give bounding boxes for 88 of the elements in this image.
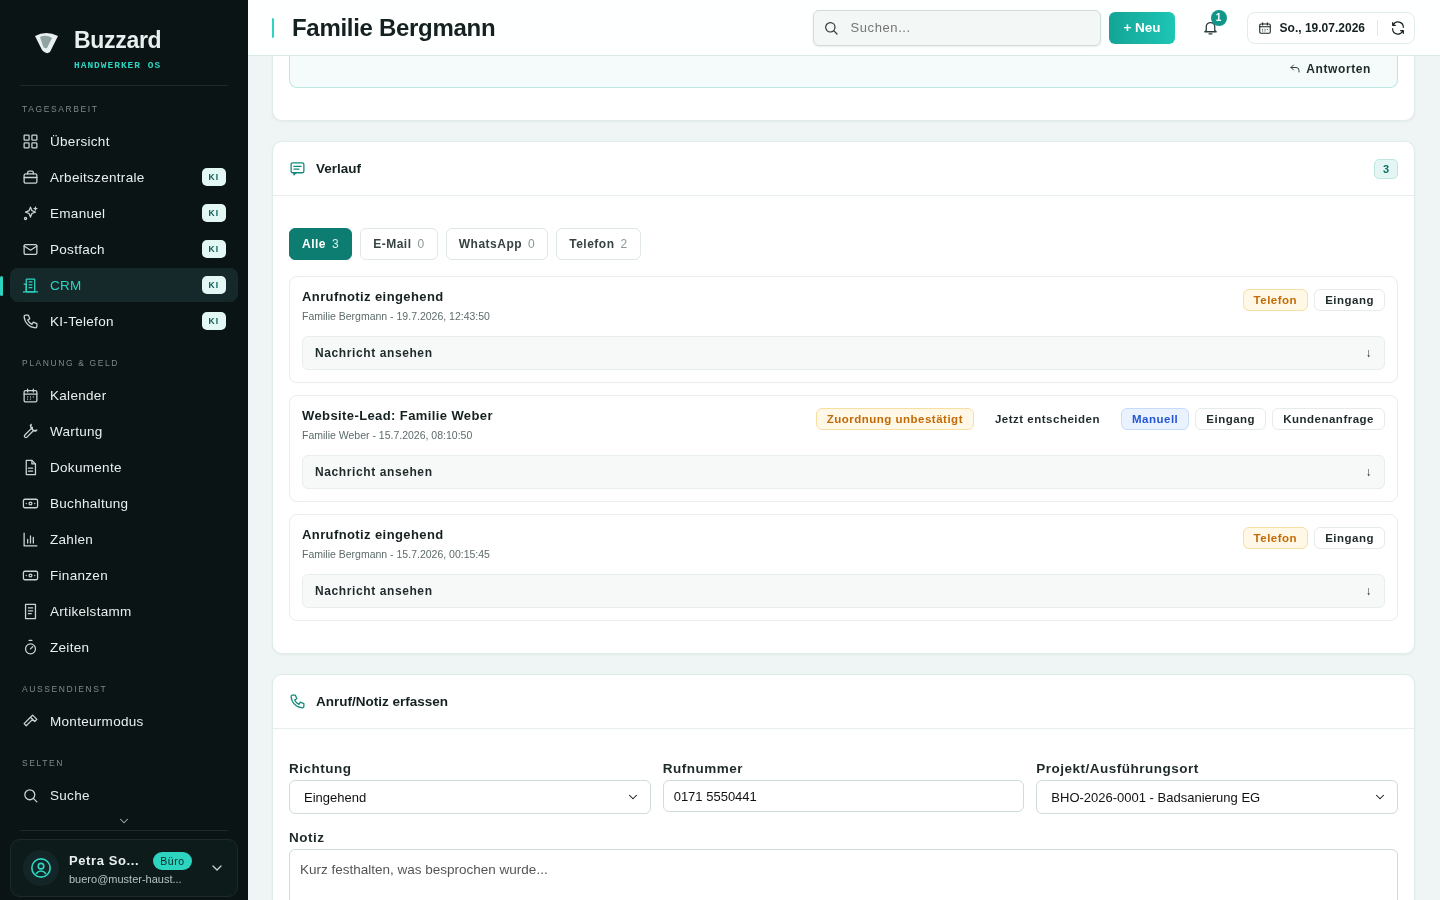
note-textarea[interactable]: Kurz festhalten, was besprochen wurde... bbox=[289, 849, 1398, 900]
section-label: PLANUNG & GELD bbox=[21, 357, 121, 370]
nav-item[interactable]: KI-Telefon KI bbox=[10, 304, 238, 338]
refresh-icon bbox=[1390, 19, 1406, 36]
select-field[interactable]: BHO-2026-0001 - Badsanierung EG bbox=[1036, 780, 1398, 814]
nav-item[interactable]: Dokumente bbox=[10, 450, 238, 484]
calendar-icon bbox=[22, 386, 39, 404]
field-label: Richtung bbox=[289, 761, 353, 776]
nav-item[interactable]: Buchhaltung bbox=[10, 486, 238, 520]
field-label: Rufnummer bbox=[662, 761, 744, 776]
card-title: Anruf/Notiz erfassen bbox=[316, 694, 449, 709]
view-message-button[interactable]: Nachricht ansehen ↓ bbox=[302, 574, 1385, 608]
field-label: Projekt/Ausführungsort bbox=[1036, 761, 1200, 776]
page-title: Familie Bergmann bbox=[292, 13, 497, 42]
entry-meta: Familie Bergmann - 19.7.2026, 12:43:50 bbox=[302, 310, 490, 322]
tag: Kundenanfrage bbox=[1272, 408, 1385, 430]
entry-title: Anrufnotiz eingehend bbox=[302, 527, 445, 542]
brand-name: Buzzard bbox=[74, 28, 162, 52]
nav-item[interactable]: Postfach KI bbox=[10, 232, 238, 266]
bar-chart-icon bbox=[22, 530, 39, 548]
nav-item[interactable]: Artikelstamm bbox=[10, 594, 238, 628]
ai-badge: KI bbox=[201, 240, 226, 258]
tag: Eingang bbox=[1314, 289, 1385, 311]
date-picker[interactable]: So., 19.07.2026 bbox=[1246, 11, 1415, 44]
tag: Eingang bbox=[1195, 408, 1267, 430]
entry-title: Anrufnotiz eingehend bbox=[302, 289, 445, 304]
phone-input[interactable]: 0171 5550441 bbox=[662, 780, 1025, 812]
ai-badge: KI bbox=[201, 276, 226, 294]
nav-item[interactable]: Wartung bbox=[10, 414, 238, 448]
entry-meta: Familie Weber - 15.7.2026, 08:10:50 bbox=[302, 429, 474, 441]
count-badge: 3 bbox=[1373, 158, 1398, 179]
select-field[interactable]: Eingehend bbox=[289, 780, 651, 814]
nav-item[interactable]: Arbeitszentrale KI bbox=[10, 160, 238, 194]
calendar-icon bbox=[1257, 20, 1272, 35]
nav-item[interactable]: Zeiten bbox=[10, 630, 238, 664]
view-message-button[interactable]: Nachricht ansehen ↓ bbox=[302, 455, 1385, 489]
card-title: Verlauf bbox=[316, 161, 362, 176]
filter-tab[interactable]: E-Mail 0 bbox=[360, 228, 438, 260]
stopwatch-icon bbox=[22, 638, 39, 656]
section-label: AUSSENDIENST bbox=[21, 683, 109, 696]
search-icon bbox=[22, 786, 39, 804]
briefcase-icon bbox=[22, 168, 39, 186]
section-label: SELTEN bbox=[21, 757, 66, 770]
phone-icon bbox=[289, 693, 306, 710]
tag: Telefon bbox=[1242, 527, 1309, 549]
user-name: Petra So... bbox=[69, 853, 140, 868]
ai-badge: KI bbox=[201, 312, 226, 330]
ai-badge: KI bbox=[201, 168, 226, 186]
entry-title: Website-Lead: Familie Weber bbox=[302, 408, 493, 423]
filter-tab[interactable]: Telefon 2 bbox=[556, 228, 641, 260]
view-message-button[interactable]: Nachricht ansehen ↓ bbox=[302, 336, 1385, 370]
search-field[interactable]: Suchen... bbox=[813, 9, 1102, 46]
nav-item[interactable]: Monteurmodus bbox=[10, 704, 238, 738]
ai-badge: KI bbox=[201, 204, 226, 222]
filter-tab[interactable]: Alle 3 bbox=[289, 228, 353, 260]
section-label: TAGESARBEIT bbox=[21, 103, 100, 116]
user-email: buero@muster-haust... bbox=[69, 872, 183, 885]
user-icon bbox=[30, 857, 52, 879]
building-icon bbox=[22, 276, 39, 294]
reply-icon bbox=[1289, 62, 1302, 75]
notifications-button[interactable]: 1 bbox=[1190, 11, 1231, 44]
receipt-icon bbox=[22, 602, 39, 620]
nav-item[interactable]: CRM KI bbox=[10, 268, 238, 302]
brand-tagline: HANDWERKER OS bbox=[74, 60, 162, 71]
tag: Eingang bbox=[1314, 527, 1385, 549]
tag: Zuordnung unbestätigt bbox=[815, 408, 974, 430]
role-badge: Büro bbox=[153, 851, 192, 870]
nav-item[interactable]: Zahlen bbox=[10, 522, 238, 556]
reply-button[interactable]: Antworten bbox=[1283, 60, 1377, 77]
nav-item[interactable]: Kalender bbox=[10, 378, 238, 412]
nav-item[interactable]: Suche bbox=[10, 778, 238, 812]
grid-icon bbox=[22, 132, 39, 150]
sparkles-icon bbox=[22, 204, 39, 222]
nav-item[interactable]: Emanuel KI bbox=[10, 196, 238, 230]
entry-meta: Familie Bergmann - 15.7.2026, 00:15:45 bbox=[302, 548, 490, 560]
tag: Manuell bbox=[1120, 408, 1190, 430]
wrench-icon bbox=[22, 422, 39, 440]
message-icon bbox=[289, 160, 306, 177]
tag: Telefon bbox=[1242, 289, 1309, 311]
field-label: Notiz bbox=[289, 830, 326, 845]
notification-count: 1 bbox=[1210, 9, 1227, 26]
nav-item[interactable]: Finanzen bbox=[10, 558, 238, 592]
bell-icon bbox=[1202, 19, 1220, 36]
nav-item[interactable]: Übersicht bbox=[10, 124, 238, 158]
date-text: So., 19.07.2026 bbox=[1279, 20, 1365, 35]
filter-tab[interactable]: WhatsApp 0 bbox=[445, 228, 549, 260]
phone-icon bbox=[22, 312, 39, 330]
decide-link[interactable]: Jetzt entscheiden bbox=[983, 408, 1111, 430]
